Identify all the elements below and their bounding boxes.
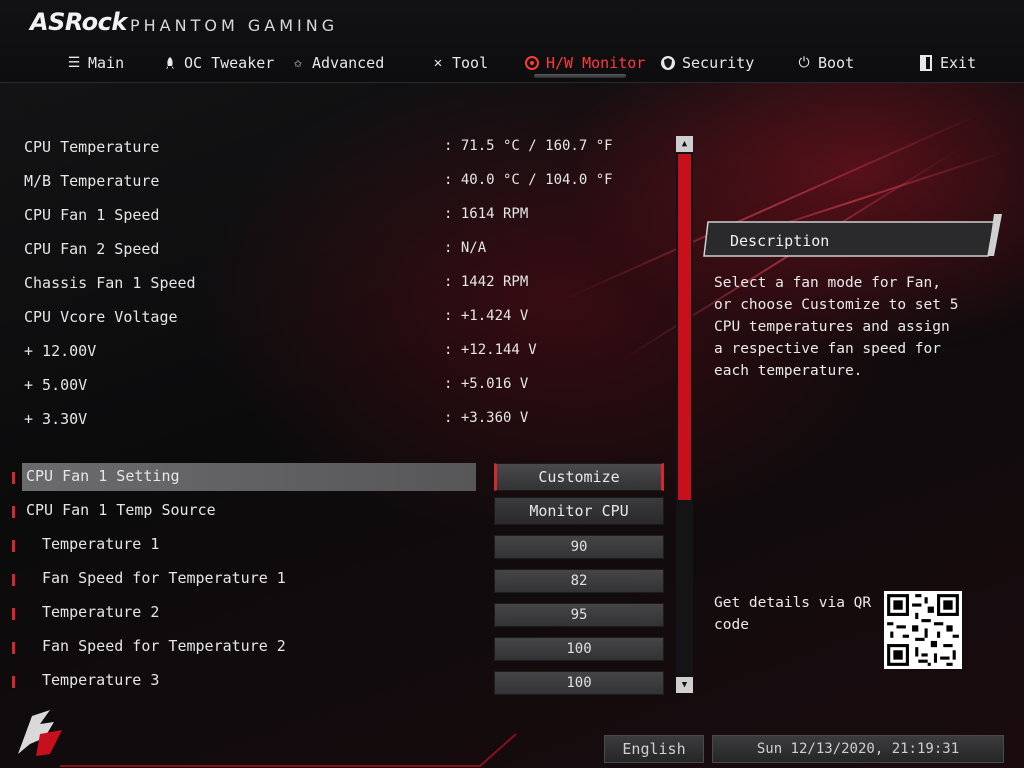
tab-label: H/W Monitor	[546, 54, 646, 72]
reading-value: : +12.144 V	[444, 342, 537, 358]
reading-label: CPU Fan 1 Speed	[24, 206, 160, 224]
row-marker	[12, 642, 15, 654]
reading-row: CPU Vcore Voltage : +1.424 V	[0, 304, 680, 332]
reading-label: + 12.00V	[24, 342, 97, 360]
reading-label: + 3.30V	[24, 410, 88, 428]
setting-row-temperature-2[interactable]: Temperature 2 95	[0, 599, 680, 627]
language-button[interactable]: English	[604, 735, 704, 763]
monitor-icon	[524, 55, 540, 71]
setting-row-temp-source[interactable]: CPU Fan 1 Temp Source Monitor CPU	[0, 497, 680, 525]
triangle-up-icon: ▲	[681, 139, 688, 149]
tab-oc-tweaker[interactable]: OC Tweaker	[162, 48, 274, 78]
star-icon: ✩	[293, 55, 303, 71]
reading-row: Chassis Fan 1 Speed : 1442 RPM	[0, 270, 680, 298]
exit-icon	[918, 55, 934, 71]
brand-logo: ASRock	[30, 8, 127, 36]
description-text: Select a fan mode for Fan, or choose Cus…	[714, 275, 959, 379]
reading-row: + 5.00V : +5.016 V	[0, 372, 680, 400]
datetime-display: Sun 12/13/2020, 21:19:31	[712, 735, 1004, 763]
row-marker	[12, 506, 15, 518]
fan-speed-2-input[interactable]: 100	[494, 637, 664, 661]
temperature-2-input[interactable]: 95	[494, 603, 664, 627]
reading-row: M/B Temperature : 40.0 °C / 104.0 °F	[0, 168, 680, 196]
setting-label: Fan Speed for Temperature 1	[42, 569, 286, 587]
tab-label: Advanced	[312, 54, 385, 72]
reading-row: CPU Fan 1 Speed : 1614 RPM	[0, 202, 680, 230]
fan-speed-1-input[interactable]: 82	[494, 569, 664, 593]
tab-label: Main	[88, 54, 125, 72]
row-marker	[12, 676, 15, 688]
reading-label: M/B Temperature	[24, 172, 160, 190]
reading-label: + 5.00V	[24, 376, 88, 394]
row-marker	[12, 574, 15, 586]
row-marker	[12, 472, 15, 484]
reading-value: : 1442 RPM	[444, 274, 529, 290]
setting-label: CPU Fan 1 Setting	[26, 467, 180, 485]
tab-label: Tool	[452, 54, 489, 72]
rocket-icon	[162, 55, 178, 71]
setting-label: Temperature 1	[42, 535, 160, 553]
temperature-1-input[interactable]: 90	[494, 535, 664, 559]
scroll-up-button[interactable]: ▲	[676, 136, 693, 152]
brand-subtitle: PHANTOM GAMING	[130, 16, 339, 35]
setting-row-fan-speed-2[interactable]: Fan Speed for Temperature 2 100	[0, 633, 680, 661]
power-icon: ⏻	[798, 55, 810, 71]
reading-value: : 1614 RPM	[444, 206, 529, 222]
row-marker	[12, 608, 15, 620]
setting-row-temperature-3[interactable]: Temperature 3 100	[0, 667, 680, 695]
temp-source-select[interactable]: Monitor CPU	[494, 497, 664, 525]
tools-icon: ✕	[433, 55, 443, 71]
setting-row-cpu-fan-1-setting[interactable]: CPU Fan 1 Setting Customize	[0, 463, 680, 491]
list-icon: ☰	[67, 55, 81, 71]
top-nav: ☰ Main OC Tweaker ✩ Advanced ✕ Tool H/W …	[0, 48, 1024, 80]
reading-value: : +5.016 V	[444, 376, 529, 392]
reading-value: : +1.424 V	[444, 308, 529, 324]
reading-value: : 40.0 °C / 104.0 °F	[444, 172, 613, 188]
row-marker	[12, 540, 15, 552]
tab-label: Security	[682, 54, 755, 72]
tab-advanced[interactable]: ✩ Advanced	[290, 48, 384, 78]
tab-boot[interactable]: ⏻ Boot	[796, 48, 854, 78]
tab-security[interactable]: Security	[660, 48, 754, 78]
tab-tool[interactable]: ✕ Tool	[430, 48, 488, 78]
reading-value: : 71.5 °C / 160.7 °F	[444, 138, 613, 154]
temperature-3-input[interactable]: 100	[494, 671, 664, 695]
description-title: Description	[730, 232, 830, 250]
setting-label: Temperature 3	[42, 671, 160, 689]
active-tab-indicator	[534, 74, 626, 78]
scroll-thumb[interactable]	[678, 154, 691, 500]
qr-label: Get details via QR code	[714, 595, 872, 633]
reading-value: : N/A	[444, 240, 487, 256]
tab-label: Exit	[940, 54, 977, 72]
qr-code-image	[884, 591, 962, 669]
header-bar: ASRock PHANTOM GAMING ☰ Main OC Tweaker …	[0, 0, 1024, 83]
tab-label: OC Tweaker	[184, 54, 275, 72]
setting-label: Fan Speed for Temperature 2	[42, 637, 286, 655]
shield-icon	[660, 55, 676, 71]
reading-label: CPU Vcore Voltage	[24, 308, 178, 326]
scroll-down-button[interactable]: ▼	[676, 677, 693, 693]
scrollbar[interactable]: ▲ ▼	[676, 136, 693, 693]
reading-label: CPU Fan 2 Speed	[24, 240, 160, 258]
fan-mode-select[interactable]: Customize	[494, 463, 664, 491]
reading-label: CPU Temperature	[24, 138, 160, 156]
reading-row: + 12.00V : +12.144 V	[0, 338, 680, 366]
reading-row: CPU Temperature : 71.5 °C / 160.7 °F	[0, 134, 680, 162]
setting-row-temperature-1[interactable]: Temperature 1 90	[0, 531, 680, 559]
tab-label: Boot	[818, 54, 855, 72]
tab-main[interactable]: ☰ Main	[66, 48, 124, 78]
reading-label: Chassis Fan 1 Speed	[24, 274, 196, 292]
setting-label: CPU Fan 1 Temp Source	[26, 501, 216, 519]
setting-label: Temperature 2	[42, 603, 160, 621]
reading-row: CPU Fan 2 Speed : N/A	[0, 236, 680, 264]
reading-value: : +3.360 V	[444, 410, 529, 426]
setting-row-fan-speed-1[interactable]: Fan Speed for Temperature 1 82	[0, 565, 680, 593]
triangle-down-icon: ▼	[681, 680, 688, 690]
reading-row: + 3.30V : +3.360 V	[0, 406, 680, 434]
tab-exit[interactable]: Exit	[918, 48, 976, 78]
footer-accent-line	[60, 733, 517, 767]
